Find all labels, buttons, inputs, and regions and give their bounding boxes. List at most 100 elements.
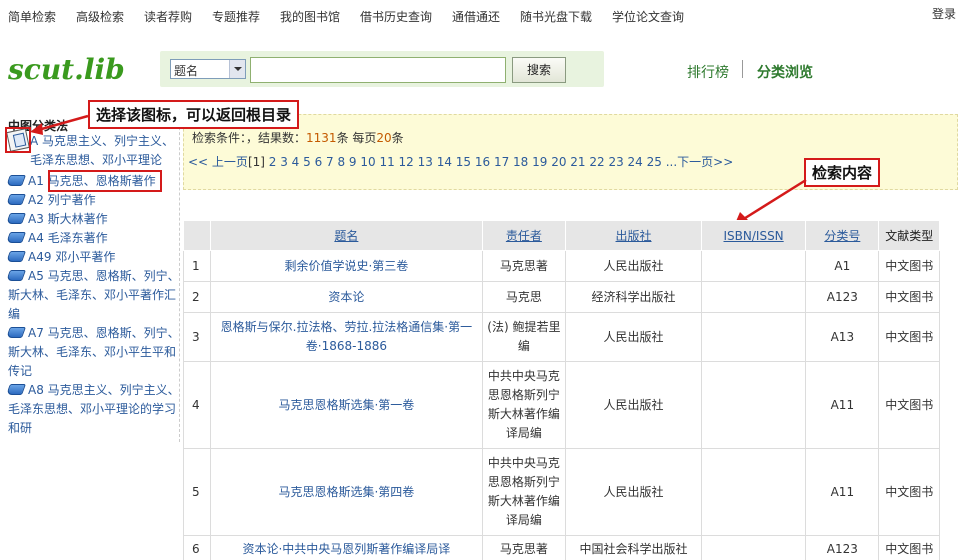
row-publisher: 经济科学出版社 bbox=[565, 281, 702, 313]
col-publisher[interactable]: 出版社 bbox=[565, 220, 702, 251]
row-publisher: 中国社会科学出版社 bbox=[565, 535, 702, 560]
search-field-value: 题名 bbox=[174, 64, 199, 78]
row-title-link[interactable]: 剩余价值学说史·第三卷 bbox=[210, 250, 483, 282]
row-isbn bbox=[700, 535, 807, 560]
sidebar-item-a3[interactable]: A3 斯大林著作 bbox=[5, 210, 180, 229]
col-class[interactable]: 分类号 bbox=[805, 220, 880, 251]
row-title-link[interactable]: 恩格斯与保尔.拉法格、劳拉.拉法格通信集·第一卷·1868-1886 bbox=[210, 312, 483, 362]
row-doc-type: 中文图书 bbox=[878, 281, 940, 313]
row-class: A11 bbox=[805, 361, 880, 449]
row-isbn bbox=[700, 361, 807, 449]
book-icon bbox=[5, 194, 27, 205]
top-navigation: 简单检索 高级检索 读者荐购 专题推荐 我的图书馆 借书历史查询 通借通还 随书… bbox=[0, 0, 958, 30]
row-author: 马克思 bbox=[481, 281, 567, 313]
row-index: 1 bbox=[182, 250, 212, 282]
row-publisher: 人民出版社 bbox=[565, 448, 702, 536]
row-doc-type: 中文图书 bbox=[878, 448, 940, 536]
sidebar-item-a2[interactable]: A2 列宁著作 bbox=[5, 191, 180, 210]
pager-pages[interactable]: 2 3 4 5 6 7 8 9 10 11 12 13 14 15 16 17 … bbox=[269, 155, 662, 169]
row-publisher: 人民出版社 bbox=[565, 361, 702, 449]
sidebar-item-a8[interactable]: A8 马克思主义、列宁主义、毛泽东思想、邓小平理论的学习和研 bbox=[5, 381, 180, 438]
nav-my-library[interactable]: 我的图书馆 bbox=[280, 8, 340, 25]
pager-current: [1] bbox=[247, 155, 265, 169]
nav-reader-recommend[interactable]: 读者荐购 bbox=[144, 8, 192, 25]
book-icon bbox=[5, 327, 27, 338]
search-field-select[interactable]: 题名 bbox=[170, 59, 246, 79]
sidebar-item-label: 邓小平著作 bbox=[55, 250, 116, 264]
row-index: 5 bbox=[182, 448, 212, 536]
pager-next[interactable]: ...下一页>> bbox=[666, 155, 734, 169]
site-logo[interactable]: scut.lib bbox=[8, 53, 125, 86]
sidebar-item-code: A4 bbox=[28, 231, 44, 245]
row-isbn bbox=[700, 250, 807, 282]
nav-thesis-query[interactable]: 学位论文查询 bbox=[612, 8, 684, 25]
row-title-link[interactable]: 马克思恩格斯选集·第四卷 bbox=[210, 448, 483, 536]
callout-root-tip: 选择该图标，可以返回根目录 bbox=[88, 100, 300, 129]
row-isbn bbox=[700, 281, 807, 313]
classify-browse-link[interactable]: 分类浏览 bbox=[757, 62, 813, 82]
result-info-mid: 条 每页 bbox=[336, 131, 377, 145]
result-count: 1131 bbox=[306, 131, 337, 145]
col-doc-type: 文献类型 bbox=[878, 220, 940, 251]
sidebar-item-a7[interactable]: A7 马克思、恩格斯、列宁、斯大林、毛泽东、邓小平生平和传记 bbox=[5, 324, 180, 381]
row-class: A123 bbox=[805, 281, 880, 313]
sidebar-item-a49[interactable]: A49 邓小平著作 bbox=[5, 248, 180, 267]
row-index: 2 bbox=[182, 281, 212, 313]
row-isbn bbox=[700, 448, 807, 536]
sidebar-item-label: 列宁著作 bbox=[47, 193, 96, 207]
col-author[interactable]: 责任者 bbox=[481, 220, 567, 251]
nav-topic-recommend[interactable]: 专题推荐 bbox=[212, 8, 260, 25]
row-title-link[interactable]: 资本论 bbox=[210, 281, 483, 313]
row-class: A13 bbox=[805, 312, 880, 362]
row-doc-type: 中文图书 bbox=[878, 312, 940, 362]
sidebar-item-code: A3 bbox=[28, 212, 44, 226]
row-index: 6 bbox=[182, 535, 212, 560]
pager-prev[interactable]: << 上一页 bbox=[188, 155, 248, 169]
sidebar-item-code: A8 bbox=[28, 383, 44, 397]
col-isbn[interactable]: ISBN/ISSN bbox=[700, 220, 807, 251]
sidebar-item-label: 毛泽东著作 bbox=[47, 231, 108, 245]
row-class: A1 bbox=[805, 250, 880, 282]
book-icon bbox=[5, 251, 27, 262]
highlight-a1-box bbox=[48, 170, 162, 192]
row-doc-type: 中文图书 bbox=[878, 250, 940, 282]
row-index: 3 bbox=[182, 312, 212, 362]
nav-borrow-history[interactable]: 借书历史查询 bbox=[360, 8, 432, 25]
nav-advanced-search[interactable]: 高级检索 bbox=[76, 8, 124, 25]
callout-content-tip: 检索内容 bbox=[804, 158, 881, 187]
chevron-down-icon[interactable] bbox=[229, 60, 245, 78]
col-title[interactable]: 题名 bbox=[210, 220, 483, 251]
row-title-link[interactable]: 资本论·中共中央马恩列斯著作编译局译 bbox=[210, 535, 483, 560]
table-row: 2 资本论 马克思 经济科学出版社 A123 中文图书 bbox=[182, 281, 940, 313]
row-title-link[interactable]: 马克思恩格斯选集·第一卷 bbox=[210, 361, 483, 449]
login-link[interactable]: 登录 bbox=[932, 5, 956, 22]
book-icon bbox=[5, 232, 27, 243]
table-header-row: 题名 责任者 出版社 ISBN/ISSN 分类号 文献类型 bbox=[182, 220, 940, 251]
row-author: 马克思著 bbox=[481, 250, 567, 282]
result-info-suffix: 条 bbox=[391, 131, 404, 145]
search-input[interactable] bbox=[250, 57, 506, 83]
table-row: 4 马克思恩格斯选集·第一卷 中共中央马克思恩格斯列宁斯大林著作编译局编 人民出… bbox=[182, 361, 940, 449]
book-icon bbox=[5, 175, 27, 186]
row-doc-type: 中文图书 bbox=[878, 535, 940, 560]
results-table: 题名 责任者 出版社 ISBN/ISSN 分类号 文献类型 1 剩余价值学说史·… bbox=[182, 220, 940, 560]
callout-arrow-root bbox=[30, 114, 89, 135]
sidebar-item-code: A2 bbox=[28, 193, 44, 207]
nav-cd-download[interactable]: 随书光盘下载 bbox=[520, 8, 592, 25]
nav-interlibrary[interactable]: 通借通还 bbox=[452, 8, 500, 25]
row-class: A11 bbox=[805, 448, 880, 536]
row-publisher: 人民出版社 bbox=[565, 312, 702, 362]
table-row: 3 恩格斯与保尔.拉法格、劳拉.拉法格通信集·第一卷·1868-1886 (法)… bbox=[182, 312, 940, 362]
search-button[interactable]: 搜索 bbox=[512, 57, 566, 83]
nav-simple-search[interactable]: 简单检索 bbox=[8, 8, 56, 25]
sidebar-item-code: A7 bbox=[28, 326, 44, 340]
row-isbn bbox=[700, 312, 807, 362]
row-publisher: 人民出版社 bbox=[565, 250, 702, 282]
sidebar-item-label: 斯大林著作 bbox=[47, 212, 108, 226]
book-icon bbox=[5, 213, 27, 224]
search-bar: 题名 搜索 bbox=[160, 51, 604, 87]
ranking-link[interactable]: 排行榜 bbox=[687, 62, 729, 82]
sidebar-item-a5[interactable]: A5 马克思、恩格斯、列宁、斯大林、毛泽东、邓小平著作汇编 bbox=[5, 267, 180, 324]
row-class: A123 bbox=[805, 535, 880, 560]
sidebar-item-a4[interactable]: A4 毛泽东著作 bbox=[5, 229, 180, 248]
